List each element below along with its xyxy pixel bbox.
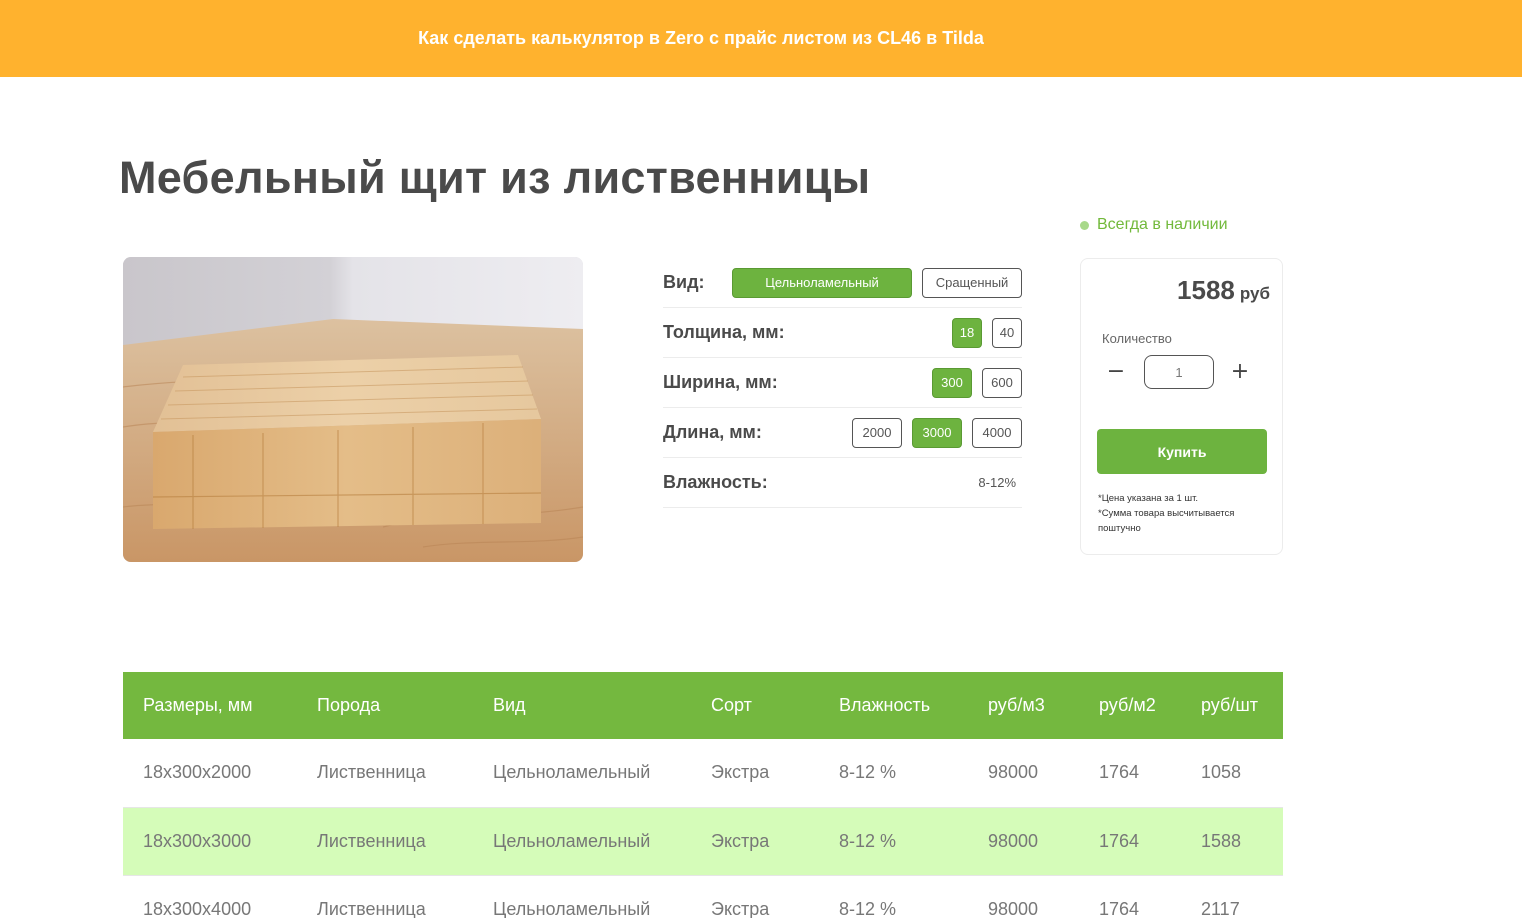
table-cell: 8-12 % xyxy=(819,807,968,876)
price-notes: *Цена указана за 1 шт. *Сумма товара выс… xyxy=(1098,491,1273,536)
option-length: Длина, мм: 2000 3000 4000 xyxy=(663,408,1022,458)
type-spliced-button[interactable]: Сращенный xyxy=(922,267,1022,298)
table-cell: 18х300х2000 xyxy=(123,739,297,808)
price-currency: руб xyxy=(1239,284,1270,303)
type-solid-button[interactable]: Цельноламельный xyxy=(732,267,912,298)
page-title: Мебельный щит из лиственницы xyxy=(119,152,871,203)
length-3000-button[interactable]: 3000 xyxy=(912,417,962,448)
product-options: Вид: Цельноламельный Сращенный Толщина, … xyxy=(663,258,1022,508)
table-cell: Лиственница xyxy=(297,807,473,876)
table-cell: 98000 xyxy=(968,739,1079,808)
header-rub-pc: руб/шт xyxy=(1181,672,1283,739)
price: 1588 руб xyxy=(1177,275,1270,306)
quantity-label: Количество xyxy=(1102,331,1172,346)
table-cell: Экстра xyxy=(691,875,819,918)
length-2000-button[interactable]: 2000 xyxy=(852,417,902,448)
top-banner: Как сделать калькулятор в Zero с прайс л… xyxy=(0,0,1522,77)
table-row: 18х300х2000 Лиственница Цельноламельный … xyxy=(123,739,1283,808)
buy-card: 1588 руб Количество − + Купить *Цена ука… xyxy=(1080,258,1283,555)
table-row: 18х300х4000 Лиственница Цельноламельный … xyxy=(123,875,1283,918)
price-note-1: *Цена указана за 1 шт. xyxy=(1098,493,1199,504)
table-cell: 18х300х3000 xyxy=(123,807,297,876)
table-cell: 1058 xyxy=(1181,739,1283,808)
option-width: Ширина, мм: 300 600 xyxy=(663,358,1022,408)
tutorial-link[interactable]: Как сделать калькулятор в Zero с прайс л… xyxy=(418,28,984,49)
option-thickness-label: Толщина, мм: xyxy=(663,322,785,342)
table-cell: 1764 xyxy=(1079,739,1181,808)
option-length-label: Длина, мм: xyxy=(663,422,762,442)
header-species: Порода xyxy=(297,672,473,739)
option-moisture-label: Влажность: xyxy=(663,472,768,492)
table-cell: Цельноламельный xyxy=(473,739,691,808)
header-moisture: Влажность xyxy=(819,672,968,739)
thickness-18-button[interactable]: 18 xyxy=(952,317,982,348)
price-note-2: *Сумма товара высчитывается поштучно xyxy=(1098,508,1235,534)
table-cell: 18х300х4000 xyxy=(123,875,297,918)
thickness-40-button[interactable]: 40 xyxy=(992,317,1022,348)
table-cell: Лиственница xyxy=(297,875,473,918)
price-value: 1588 xyxy=(1177,275,1235,305)
table-cell: Экстра xyxy=(691,739,819,808)
table-cell: Цельноламельный xyxy=(473,807,691,876)
table-header-row: Размеры, мм Порода Вид Сорт Влажность ру… xyxy=(123,672,1283,739)
buy-button[interactable]: Купить xyxy=(1097,429,1267,474)
option-type: Вид: Цельноламельный Сращенный xyxy=(663,258,1022,308)
option-width-label: Ширина, мм: xyxy=(663,372,778,392)
table-cell: 1588 xyxy=(1181,807,1283,876)
header-type: Вид xyxy=(473,672,691,739)
length-4000-button[interactable]: 4000 xyxy=(972,417,1022,448)
quantity-increase-button[interactable]: + xyxy=(1225,356,1255,386)
width-300-button[interactable]: 300 xyxy=(932,367,972,398)
header-rub-m3: руб/м3 xyxy=(968,672,1079,739)
table-cell: Лиственница xyxy=(297,739,473,808)
table-cell: 8-12 % xyxy=(819,875,968,918)
table-cell: 2117 xyxy=(1181,875,1283,918)
header-grade: Сорт xyxy=(691,672,819,739)
option-thickness: Толщина, мм: 18 40 xyxy=(663,308,1022,358)
table-cell: 8-12 % xyxy=(819,739,968,808)
table-cell: Экстра xyxy=(691,807,819,876)
width-600-button[interactable]: 600 xyxy=(982,367,1022,398)
stock-dot-icon xyxy=(1080,220,1089,230)
option-moisture-value: 8-12% xyxy=(978,475,1016,490)
table-cell: Цельноламельный xyxy=(473,875,691,918)
stock-status-text: Всегда в наличии xyxy=(1097,216,1228,233)
table-cell: 98000 xyxy=(968,807,1079,876)
wood-panel-photo-icon xyxy=(123,257,583,562)
table-cell: 98000 xyxy=(968,875,1079,918)
option-type-label: Вид: xyxy=(663,272,705,292)
table-row-selected: 18х300х3000 Лиственница Цельноламельный … xyxy=(123,807,1283,876)
quantity-decrease-button[interactable]: − xyxy=(1101,356,1131,386)
table-cell: 1764 xyxy=(1079,875,1181,918)
table-cell: 1764 xyxy=(1079,807,1181,876)
price-table: Размеры, мм Порода Вид Сорт Влажность ру… xyxy=(123,672,1283,918)
header-sizes: Размеры, мм xyxy=(123,672,297,739)
option-moisture: Влажность: 8-12% xyxy=(663,458,1022,508)
header-rub-m2: руб/м2 xyxy=(1079,672,1181,739)
stock-status: Всегда в наличии xyxy=(1080,216,1228,234)
product-photo xyxy=(123,257,583,562)
quantity-input[interactable] xyxy=(1144,355,1214,389)
